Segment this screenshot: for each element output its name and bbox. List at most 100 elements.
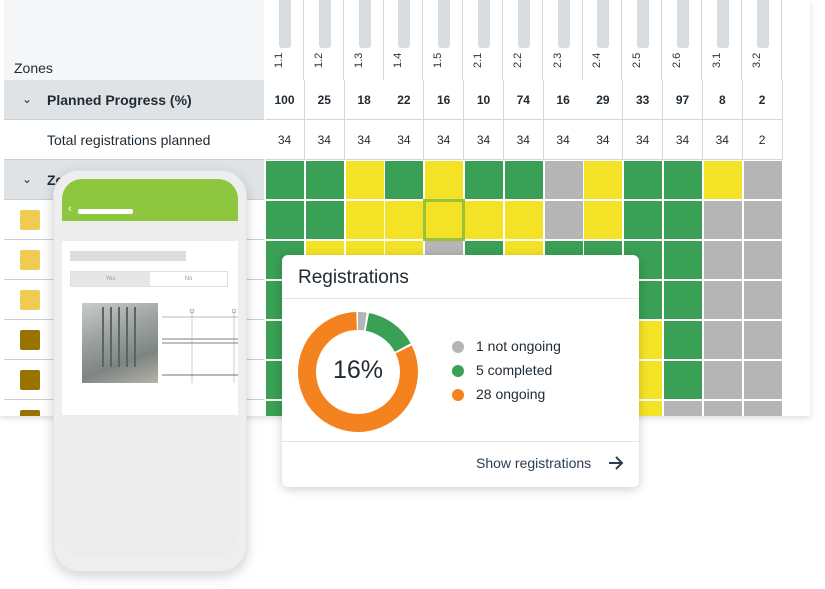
total-registrations-cell[interactable]: 34 (304, 120, 345, 160)
toggle-yes[interactable]: Yes (71, 272, 150, 286)
total-registrations-cell[interactable]: 34 (623, 120, 664, 160)
column-header[interactable]: 3.1 (702, 0, 742, 80)
total-registrations-cell[interactable]: 34 (543, 120, 584, 160)
status-cell-yellow[interactable] (583, 200, 624, 240)
status-cell-gray[interactable] (742, 240, 783, 280)
status-cell-gray[interactable] (742, 160, 783, 200)
chevron-down-icon[interactable]: ⌄ (22, 172, 32, 186)
planned-progress-cell[interactable]: 2 (742, 80, 783, 120)
status-cell-green[interactable] (663, 160, 703, 200)
status-cell-gray[interactable] (742, 320, 783, 360)
status-cell-green[interactable] (663, 360, 703, 400)
status-cell-gray[interactable] (702, 400, 743, 416)
status-cell-green[interactable] (503, 160, 544, 200)
column-header[interactable]: 3.2 (742, 0, 782, 80)
yes-no-toggle[interactable]: Yes No (70, 271, 228, 287)
status-cell-gray[interactable] (742, 200, 783, 240)
status-cell-gray[interactable] (742, 360, 783, 400)
column-header[interactable]: 1.4 (384, 0, 424, 80)
phone-header: ‹ (62, 179, 238, 221)
column-header[interactable]: 2.5 (623, 0, 663, 80)
status-cell-yellow[interactable] (583, 160, 624, 200)
planned-progress-row[interactable]: ⌄ Planned Progress (%) (4, 80, 264, 120)
column-header[interactable]: 1.3 (344, 0, 384, 80)
status-cell-green[interactable] (663, 200, 703, 240)
column-header[interactable]: 2.6 (663, 0, 702, 80)
status-cell-green[interactable] (663, 280, 703, 320)
status-cell-gray[interactable] (702, 360, 743, 400)
status-cell-green[interactable] (304, 160, 345, 200)
total-registrations-cell[interactable]: 34 (265, 120, 305, 160)
column-header[interactable]: 1.2 (304, 0, 344, 80)
column-label: 2.5 (631, 52, 644, 68)
status-cell-green[interactable] (663, 240, 703, 280)
drawing-thumbnail[interactable] (162, 303, 238, 383)
show-registrations-link[interactable]: Show registrations (476, 455, 591, 471)
status-cell-gray[interactable] (702, 200, 743, 240)
status-cell-gray[interactable] (702, 240, 743, 280)
status-cell-gray[interactable] (702, 320, 743, 360)
column-header[interactable]: 1.5 (424, 0, 464, 80)
status-cell-yellow[interactable] (384, 200, 425, 240)
planned-progress-cell[interactable]: 33 (623, 80, 664, 120)
status-cell-green[interactable] (623, 200, 664, 240)
total-registrations-cell[interactable]: 34 (464, 120, 504, 160)
arrow-right-icon[interactable] (606, 453, 626, 473)
status-cell-gray[interactable] (543, 160, 584, 200)
zone-color-swatch (20, 250, 40, 270)
planned-progress-cell[interactable]: 10 (464, 80, 504, 120)
total-registrations-cell[interactable]: 34 (384, 120, 425, 160)
status-cell-yellow[interactable] (503, 200, 544, 240)
status-cell-yellow[interactable] (344, 200, 385, 240)
column-label: 2.6 (671, 52, 683, 68)
column-header[interactable]: 2.3 (543, 0, 583, 80)
planned-progress-cell[interactable]: 22 (384, 80, 425, 120)
total-registrations-row: Total registrations planned (4, 120, 264, 160)
status-cell-gray[interactable] (742, 280, 783, 320)
status-cell-green[interactable] (265, 160, 305, 200)
planned-progress-cell[interactable]: 25 (304, 80, 345, 120)
planned-progress-cell[interactable]: 18 (344, 80, 385, 120)
status-cell-green[interactable] (464, 160, 504, 200)
status-cell-green[interactable] (663, 320, 703, 360)
column-label: 1.5 (432, 52, 445, 68)
status-cell-yellow[interactable] (344, 160, 385, 200)
status-cell-green[interactable] (384, 160, 425, 200)
total-registrations-cell[interactable]: 2 (742, 120, 783, 160)
selected-cell-outline[interactable] (423, 199, 465, 241)
total-registrations-cell[interactable]: 34 (503, 120, 544, 160)
total-registrations-cell[interactable]: 34 (344, 120, 385, 160)
column-header[interactable]: 2.4 (583, 0, 623, 80)
total-registrations-cell[interactable]: 34 (702, 120, 743, 160)
planned-progress-cell[interactable]: 74 (503, 80, 544, 120)
rebar-photo[interactable] (82, 303, 158, 383)
status-cell-gray[interactable] (663, 400, 703, 416)
planned-progress-cell[interactable]: 97 (663, 80, 703, 120)
planned-progress-cell[interactable]: 8 (702, 80, 743, 120)
total-registrations-cell[interactable]: 34 (583, 120, 624, 160)
planned-progress-cell[interactable]: 29 (583, 80, 624, 120)
zone-color-swatch (20, 370, 40, 390)
planned-progress-cell[interactable]: 16 (424, 80, 465, 120)
column-header[interactable]: 1.1 (265, 0, 304, 80)
divider (282, 441, 639, 442)
status-cell-green[interactable] (304, 200, 345, 240)
total-registrations-cell[interactable]: 34 (424, 120, 465, 160)
column-header[interactable]: 2.1 (464, 0, 503, 80)
planned-progress-cell[interactable]: 100 (265, 80, 305, 120)
phone-title-placeholder (78, 209, 133, 214)
toggle-no[interactable]: No (150, 272, 227, 286)
column-header[interactable]: 2.2 (503, 0, 543, 80)
status-cell-gray[interactable] (543, 200, 584, 240)
status-cell-green[interactable] (623, 160, 664, 200)
status-cell-yellow[interactable] (464, 200, 504, 240)
status-cell-gray[interactable] (742, 400, 783, 416)
status-cell-green[interactable] (265, 200, 305, 240)
total-registrations-cell[interactable]: 34 (663, 120, 703, 160)
planned-progress-cell[interactable]: 16 (543, 80, 584, 120)
status-cell-yellow[interactable] (702, 160, 743, 200)
back-chevron-icon[interactable]: ‹ (68, 203, 72, 215)
status-cell-gray[interactable] (702, 280, 743, 320)
status-cell-yellow[interactable] (424, 160, 465, 200)
chevron-down-icon[interactable]: ⌄ (22, 92, 32, 106)
